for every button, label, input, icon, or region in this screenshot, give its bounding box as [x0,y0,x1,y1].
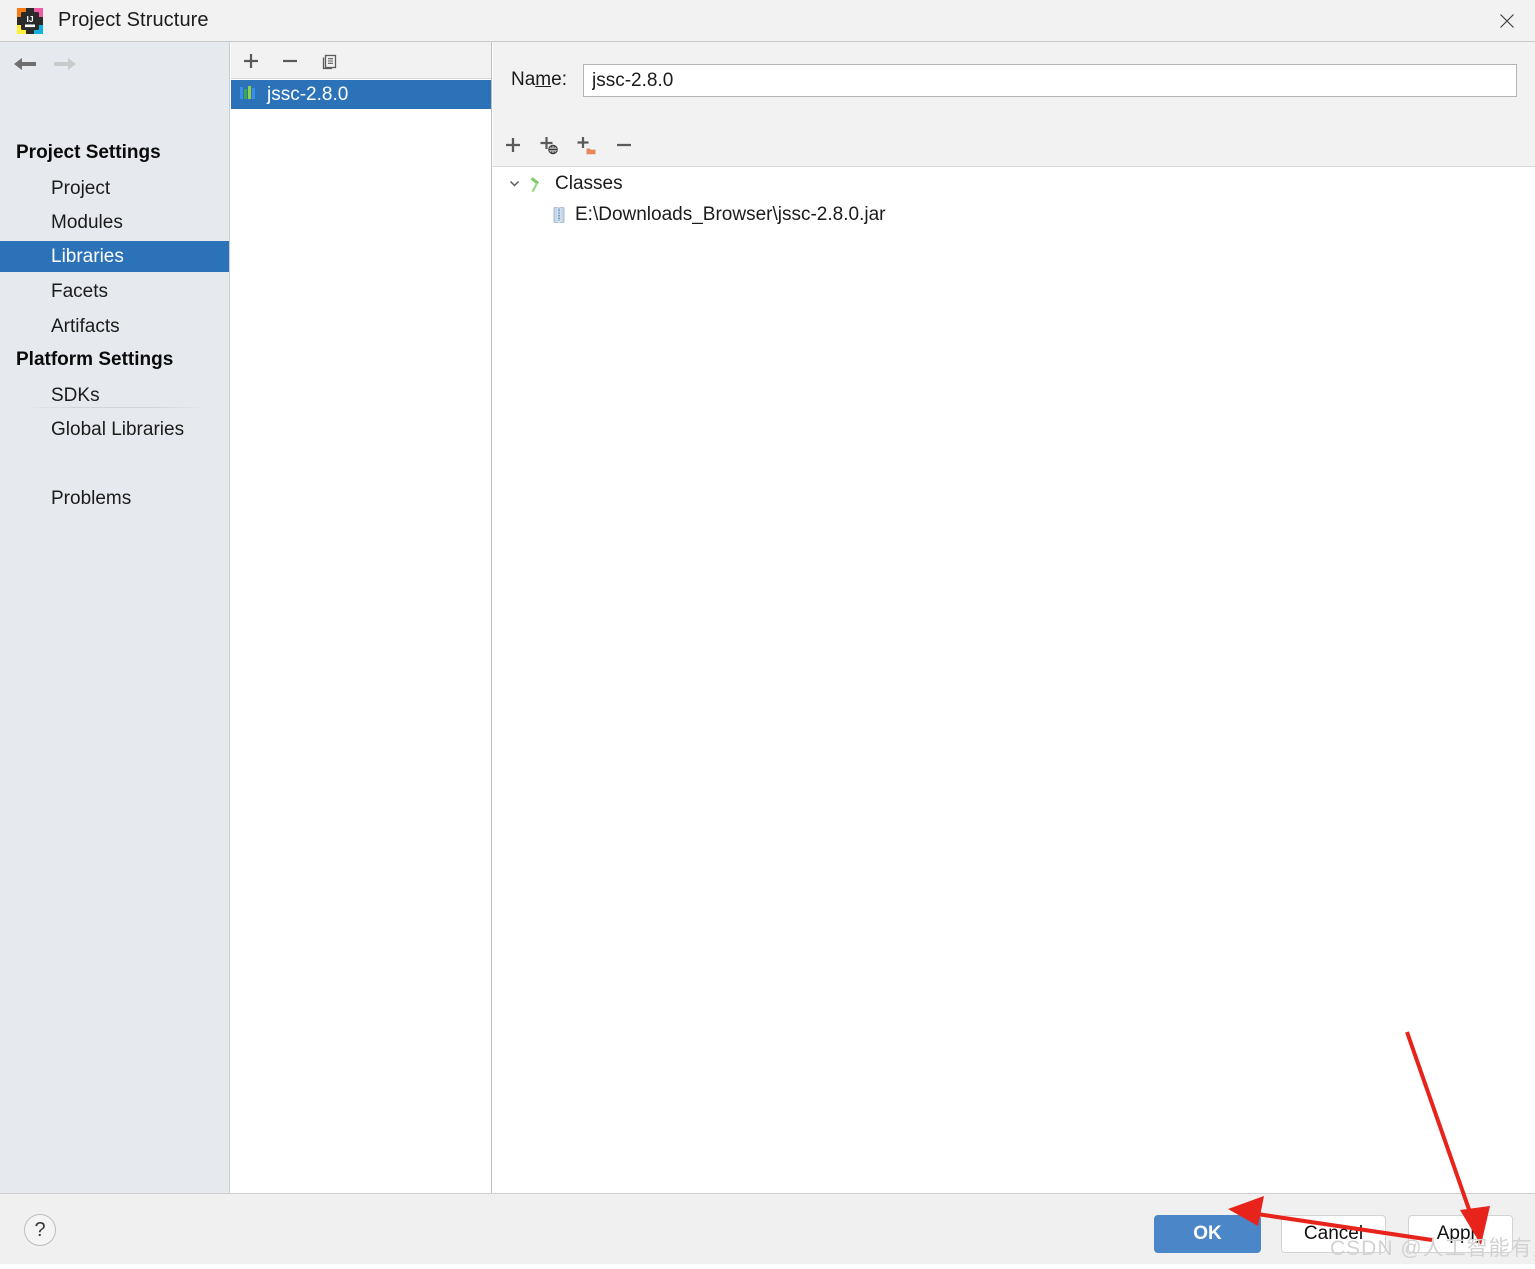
settings-sidebar: Project Settings Project Modules Librari… [0,42,230,1193]
name-field-label: Name: [511,69,567,90]
jar-archive-icon [550,206,568,224]
remove-root-button[interactable] [607,129,641,161]
tree-node-classes-label: Classes [555,172,623,194]
copy-icon[interactable] [314,46,344,76]
library-roots-toolbar [493,123,1535,167]
tree-node-jar-label: E:\Downloads_Browser\jssc-2.8.0.jar [575,203,886,225]
arrow-left-icon[interactable] [10,50,40,78]
cancel-button[interactable]: Cancel [1281,1215,1386,1253]
chevron-down-icon[interactable] [503,177,525,190]
sidebar-item-facets[interactable]: Facets [0,276,229,307]
classes-hammer-icon [528,174,548,194]
ok-button[interactable]: OK [1154,1215,1261,1253]
library-list-item-label: jssc-2.8.0 [267,83,349,105]
sidebar-item-project[interactable]: Project [0,173,229,204]
library-icon [239,83,258,107]
apply-button[interactable]: Apply [1408,1215,1513,1253]
arrow-right-icon[interactable] [50,50,80,78]
window-title: Project Structure [58,9,209,31]
library-list-item[interactable]: jssc-2.8.0 [231,80,491,109]
sidebar-heading-project-settings: Project Settings [16,142,161,163]
name-row: Name: [493,42,1535,123]
sidebar-item-artifacts[interactable]: Artifacts [0,311,229,342]
tree-node-classes[interactable]: Classes [493,168,1535,199]
tree-node-jar[interactable]: E:\Downloads_Browser\jssc-2.8.0.jar [493,199,1535,230]
sidebar-item-problems[interactable]: Problems [0,483,229,514]
question-mark-icon[interactable]: ? [24,1214,56,1246]
add-library-button[interactable] [236,46,266,76]
library-detail-panel: Name: jssc-2.8.0 Classes E:\Downloads_Br… [493,42,1535,1193]
sidebar-nav [0,42,230,85]
sidebar-item-global-libraries[interactable]: Global Libraries [0,414,229,445]
remove-library-button[interactable] [275,46,305,76]
sidebar-heading-platform-settings: Platform Settings [16,349,174,370]
add-root-button[interactable] [496,129,530,161]
help-button-label: ? [34,1218,46,1241]
sidebar-divider [18,407,212,408]
sidebar-item-libraries[interactable]: Libraries [0,241,229,272]
close-icon[interactable] [1479,0,1535,41]
library-list-panel: jssc-2.8.0 [231,42,492,1193]
library-roots-tree: Classes E:\Downloads_Browser\jssc-2.8.0.… [493,168,1535,230]
svg-text:IJ: IJ [26,14,33,24]
name-input[interactable] [583,64,1517,97]
sidebar-item-modules[interactable]: Modules [0,207,229,238]
plus-folder-icon[interactable] [569,129,603,161]
library-list-toolbar [231,42,491,79]
title-bar: IJ Project Structure [0,0,1535,42]
plus-globe-icon[interactable] [532,129,566,161]
dialog-footer: ? OK Cancel Apply [0,1193,1535,1264]
intellij-idea-icon: IJ [16,7,44,35]
